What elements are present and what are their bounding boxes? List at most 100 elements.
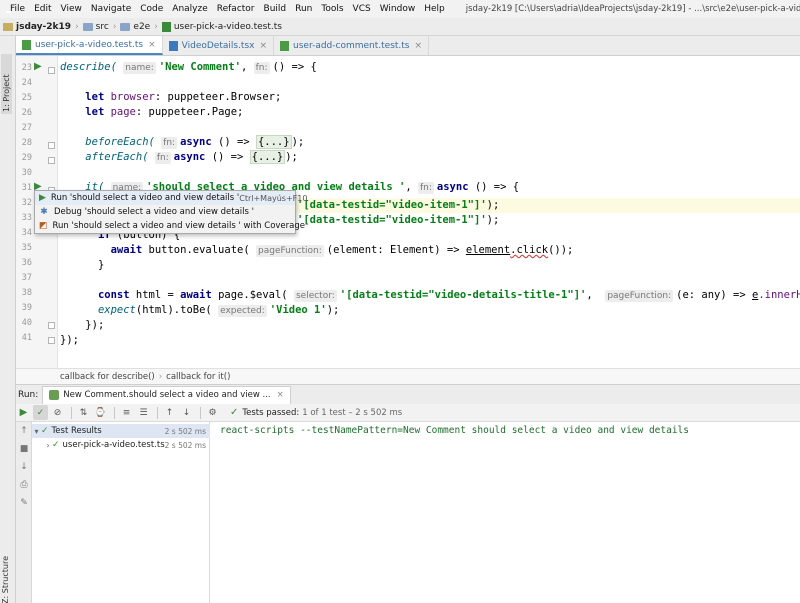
run-console-output[interactable]: react-scripts --testNamePattern=New Comm… [210, 422, 800, 603]
param-hint: fn: [161, 137, 178, 149]
show-passed-icon[interactable]: ✓ [33, 405, 48, 420]
menu-help[interactable]: Help [424, 4, 445, 14]
folded-code-block[interactable]: {...} [249, 150, 286, 164]
code-line-32: '[data-testid="video-item-1"]'); [297, 199, 500, 211]
menu-view[interactable]: View [61, 4, 82, 14]
settings-gear-icon[interactable]: ⚙ [205, 405, 220, 420]
line-number: 33 [21, 213, 32, 223]
sort-alpha-icon[interactable]: ⇅ [76, 405, 91, 420]
window-title: jsday-2k19 [C:\Users\adria\IdeaProjects\… [465, 4, 800, 14]
menu-file[interactable]: File [10, 4, 25, 14]
down-arrow-icon[interactable]: ↓ [19, 462, 29, 472]
popup-run-test[interactable]: ▶ Run 'should select a video and view de… [35, 191, 307, 205]
run-icon: ▶ [39, 193, 46, 203]
expand-all-icon[interactable]: ≡ [119, 405, 134, 420]
menu-tools[interactable]: Tools [321, 4, 343, 14]
run-test-popup-menu: ▶ Run 'should select a video and view de… [34, 190, 307, 234]
menu-code[interactable]: Code [140, 4, 163, 14]
stop-icon[interactable]: ■ [19, 444, 29, 454]
sort-duration-icon[interactable]: ⌚ [93, 405, 108, 420]
crumb-project[interactable]: jsday-2k19 [0, 22, 74, 32]
print-icon[interactable]: ⎙ [19, 480, 29, 490]
line-number: 34 [21, 228, 32, 238]
param-hint: pageFunction: [256, 245, 324, 257]
fold-marker-icon[interactable] [48, 157, 55, 164]
shortcut-label: Ctrl+Mayús+F10 [239, 193, 308, 203]
test-passed-icon [49, 390, 60, 400]
pin-icon[interactable]: ✎ [19, 498, 29, 508]
chevron-right-icon[interactable]: › [44, 441, 52, 450]
menu-window[interactable]: Window [380, 4, 416, 14]
popup-debug-test[interactable]: ✱ Debug 'should select a video and view … [35, 205, 295, 219]
menu-analyze[interactable]: Analyze [172, 4, 207, 14]
crumb-separator: › [158, 371, 163, 382]
tree-row-test-file[interactable]: › ✓ user-pick-a-video.test.ts 2 s 502 ms [32, 438, 210, 452]
fold-marker-icon[interactable] [48, 142, 55, 149]
close-icon[interactable]: × [259, 41, 267, 51]
console-command-line: react-scripts --testNamePattern=New Comm… [220, 425, 689, 436]
crumb-src[interactable]: src [80, 22, 112, 32]
navigation-bar: jsday-2k19 › src › e2e › user-pick-a-vid… [0, 18, 800, 36]
param-hint: fn: [418, 182, 434, 194]
folded-code-block[interactable]: {...} [255, 135, 292, 149]
editor-breadcrumbs: callback for describe() › callback for i… [16, 368, 800, 384]
crumb-describe-callback[interactable]: callback for describe() [60, 372, 155, 382]
line-number: 23 [21, 63, 32, 73]
code-line-29: afterEach( fn: async () => {...}); [85, 150, 298, 164]
next-failed-icon[interactable]: ↓ [179, 405, 194, 420]
up-arrow-icon[interactable]: ↑ [19, 426, 29, 436]
run-side-toolbar: ↻ ↑ ■ ↓ ⎙ ✎ [16, 404, 32, 603]
run-icon[interactable]: ▶ [16, 405, 31, 420]
line-number: 26 [21, 108, 32, 118]
menu-navigate[interactable]: Navigate [91, 4, 131, 14]
toolbar-separator [157, 406, 158, 419]
tab-video-details[interactable]: VideoDetails.tsx × [163, 36, 275, 55]
line-number: 30 [21, 168, 32, 178]
line-number: 40 [21, 318, 32, 328]
fold-marker-icon[interactable] [48, 337, 55, 344]
line-number: 39 [21, 303, 32, 313]
tab-user-pick-a-video[interactable]: user-pick-a-video.test.ts × [16, 36, 163, 55]
code-line-25: let browser: puppeteer.Browser; [85, 91, 282, 103]
menu-vcs[interactable]: VCS [353, 4, 371, 14]
tsx-file-icon [168, 40, 178, 51]
project-tool-tab[interactable]: 1: Project [1, 54, 12, 114]
line-number: 37 [21, 273, 32, 283]
line-number: 25 [21, 93, 32, 103]
chevron-down-icon[interactable]: ▾ [32, 427, 41, 436]
param-hint: name: [123, 62, 156, 74]
run-test-gutter-icon[interactable]: ▶ [34, 61, 42, 72]
run-config-tab[interactable]: New Comment.should select a video and vi… [42, 385, 291, 404]
line-number: 38 [21, 288, 32, 298]
tab-user-add-comment[interactable]: user-add-comment.test.ts × [274, 36, 430, 55]
test-file-icon [280, 40, 290, 51]
fold-marker-icon[interactable] [48, 67, 55, 74]
previous-failed-icon[interactable]: ↑ [162, 405, 177, 420]
folder-icon [120, 22, 131, 31]
structure-tool-tab[interactable]: Z: Structure [1, 556, 10, 603]
menu-build[interactable]: Build [264, 4, 287, 14]
menu-refactor[interactable]: Refactor [217, 4, 255, 14]
test-file-icon [22, 39, 31, 50]
code-line-41: }); [60, 334, 79, 346]
close-icon[interactable]: × [415, 41, 423, 51]
menu-run[interactable]: Run [295, 4, 312, 14]
collapse-all-icon[interactable]: ☰ [136, 405, 151, 420]
test-results-tree: ▾ ✓ Test Results 2 s 502 ms › ✓ user-pic… [32, 422, 210, 603]
crumb-it-callback[interactable]: callback for it() [166, 372, 230, 382]
close-icon[interactable]: × [277, 390, 284, 400]
close-icon[interactable]: × [148, 40, 156, 50]
fold-marker-icon[interactable] [48, 322, 55, 329]
menu-edit[interactable]: Edit [34, 4, 51, 14]
line-number: 32 [21, 198, 32, 208]
popup-run-with-coverage[interactable]: ◩ Run 'should select a video and view de… [35, 219, 305, 233]
code-line-23: describe( name: 'New Comment', fn:() => { [60, 61, 317, 74]
param-hint: fn: [154, 152, 171, 164]
project-folder-icon [3, 22, 13, 31]
run-label: Run: [18, 389, 39, 400]
line-number: 35 [21, 243, 32, 253]
crumb-file[interactable]: user-pick-a-video.test.ts [159, 21, 285, 32]
show-ignored-icon[interactable]: ⊘ [50, 405, 65, 420]
crumb-e2e[interactable]: e2e [117, 22, 153, 32]
tree-row-test-results[interactable]: ▾ ✓ Test Results 2 s 502 ms [32, 424, 210, 438]
